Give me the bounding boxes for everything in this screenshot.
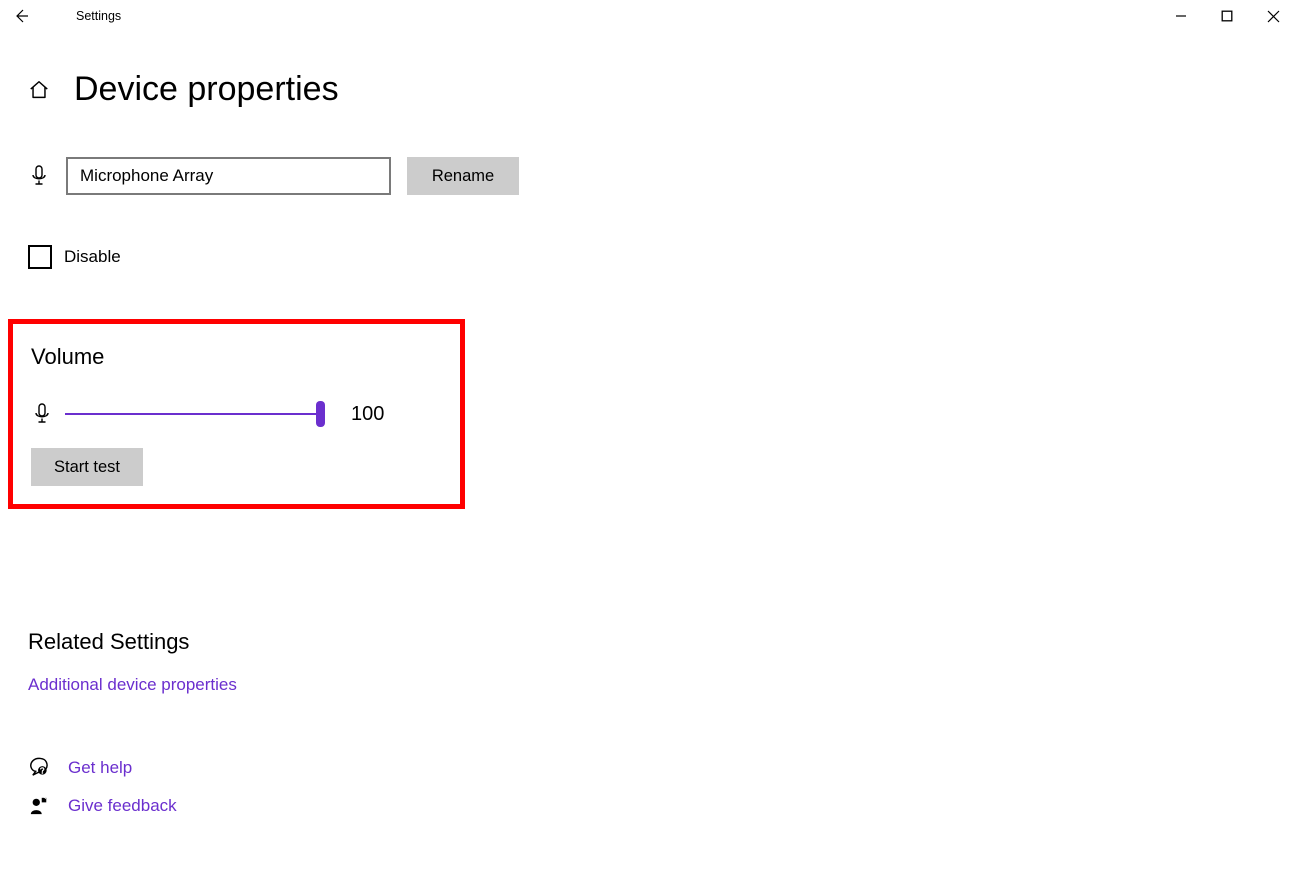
give-feedback-link[interactable]: Give feedback bbox=[68, 796, 177, 816]
microphone-icon bbox=[30, 165, 48, 187]
get-help-link[interactable]: Get help bbox=[68, 758, 132, 778]
device-name-input[interactable] bbox=[66, 157, 391, 195]
content-area: Device properties Rename Disable Volume … bbox=[0, 32, 1296, 816]
app-title: Settings bbox=[76, 9, 121, 23]
window-controls bbox=[1158, 0, 1296, 32]
slider-track bbox=[65, 413, 325, 415]
volume-heading: Volume bbox=[31, 344, 442, 370]
arrow-left-icon bbox=[13, 8, 29, 24]
microphone-icon-slot-2 bbox=[31, 403, 53, 425]
feedback-icon bbox=[29, 796, 49, 816]
volume-highlight-box: Volume 100 Start test bbox=[8, 319, 465, 509]
disable-label: Disable bbox=[64, 247, 121, 267]
volume-slider-row: 100 bbox=[31, 402, 442, 426]
get-help-row: Get help bbox=[28, 757, 1296, 778]
close-icon bbox=[1267, 10, 1280, 23]
minimize-button[interactable] bbox=[1158, 0, 1204, 32]
slider-thumb bbox=[316, 401, 325, 427]
volume-slider[interactable] bbox=[65, 402, 325, 426]
rename-button[interactable]: Rename bbox=[407, 157, 519, 195]
help-icon bbox=[29, 757, 50, 778]
back-button[interactable] bbox=[0, 0, 42, 32]
maximize-button[interactable] bbox=[1204, 0, 1250, 32]
minimize-icon bbox=[1175, 10, 1187, 22]
feedback-icon-slot bbox=[28, 796, 50, 816]
related-settings-heading: Related Settings bbox=[28, 629, 1296, 655]
close-button[interactable] bbox=[1250, 0, 1296, 32]
give-feedback-row: Give feedback bbox=[28, 796, 1296, 816]
help-icon-slot bbox=[28, 757, 50, 778]
volume-value: 100 bbox=[351, 403, 384, 426]
maximize-icon bbox=[1221, 10, 1233, 22]
title-bar: Settings bbox=[0, 0, 1296, 32]
page-title: Device properties bbox=[74, 70, 339, 109]
start-test-button[interactable]: Start test bbox=[31, 448, 143, 486]
page-header: Device properties bbox=[28, 70, 1296, 109]
disable-checkbox[interactable] bbox=[28, 245, 52, 269]
microphone-icon bbox=[33, 403, 51, 425]
additional-device-properties-link[interactable]: Additional device properties bbox=[28, 675, 237, 695]
home-icon bbox=[28, 79, 50, 101]
disable-row: Disable bbox=[28, 245, 1296, 269]
device-row: Rename bbox=[28, 157, 1296, 195]
microphone-icon-slot bbox=[28, 165, 50, 187]
home-button[interactable] bbox=[28, 79, 50, 101]
